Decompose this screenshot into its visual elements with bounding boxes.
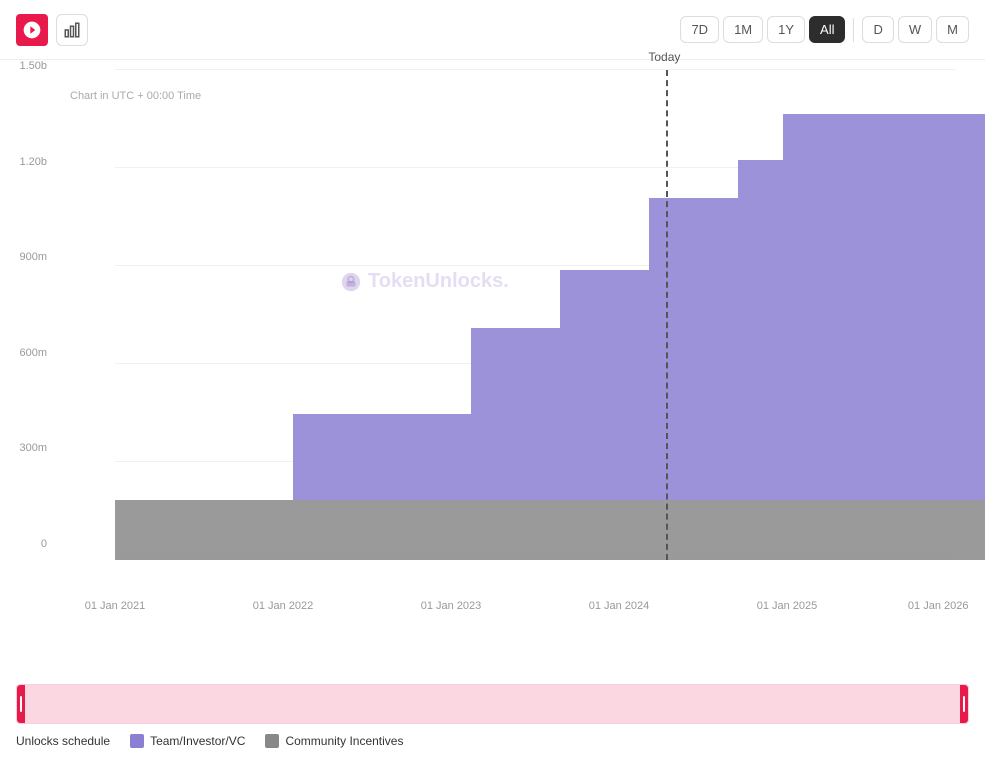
x-label: 01 Jan 2026 [908,600,969,612]
chart-container: 0 300m 600m 900m 1.20b 1.50b Chart in UTC + 0… [0,60,985,640]
today-line: Today [666,70,668,560]
legend-schedule-label: Unlocks schedule [16,734,110,748]
time-btn-1m[interactable]: 1M [723,16,763,43]
x-label: 01 Jan 2025 [757,600,818,612]
chart-inner: Chart in UTC + 00:00 Time [60,70,965,600]
time-btn-all[interactable]: All [809,16,845,43]
navigator-handle-left[interactable] [17,685,25,723]
logo-icon[interactable] [16,14,48,46]
interval-btn-m[interactable]: M [936,16,969,43]
header-left [16,14,88,46]
legend-label-team: Team/Investor/VC [150,734,245,748]
divider [853,18,854,42]
time-btn-7d[interactable]: 7D [680,16,719,43]
bar-chart-icon[interactable] [56,14,88,46]
y-label: 1.50b [0,60,55,72]
interval-buttons: DWM [862,16,969,43]
y-axis: 0 300m 600m 900m 1.20b 1.50b [0,60,55,550]
x-label: 01 Jan 2022 [253,600,314,612]
legend-item-community: Community Incentives [265,734,403,748]
x-label: 01 Jan 2021 [85,600,146,612]
legend-label-community: Community Incentives [285,734,403,748]
navigator-handle-right[interactable] [960,685,968,723]
x-label: 01 Jan 2023 [421,600,482,612]
time-range-buttons: 7D1M1YAll [680,16,845,43]
y-label: 1.20b [0,156,55,168]
y-label: 600m [0,347,55,359]
interval-btn-w[interactable]: W [898,16,932,43]
legend-box-community [265,734,279,748]
x-label: 01 Jan 2024 [589,600,650,612]
y-label: 900m [0,251,55,263]
legend-item-team: Team/Investor/VC [130,734,245,748]
today-label: Today [648,50,680,64]
header-right: 7D1M1YAll DWM [680,16,969,43]
time-btn-1y[interactable]: 1Y [767,16,805,43]
interval-btn-d[interactable]: D [862,16,893,43]
legend: Unlocks schedule Team/Investor/VC Commun… [0,724,985,758]
x-axis: 01 Jan 202101 Jan 202201 Jan 202301 Jan … [115,600,955,630]
chart-svg [115,70,985,560]
y-label: 0 [0,538,55,550]
legend-box-team [130,734,144,748]
chart-subtitle: Chart in UTC + 00:00 Time [70,90,201,102]
y-label: 300m [0,442,55,454]
navigator-fill [25,685,960,723]
navigator[interactable] [16,684,969,724]
header: 7D1M1YAll DWM [0,0,985,60]
